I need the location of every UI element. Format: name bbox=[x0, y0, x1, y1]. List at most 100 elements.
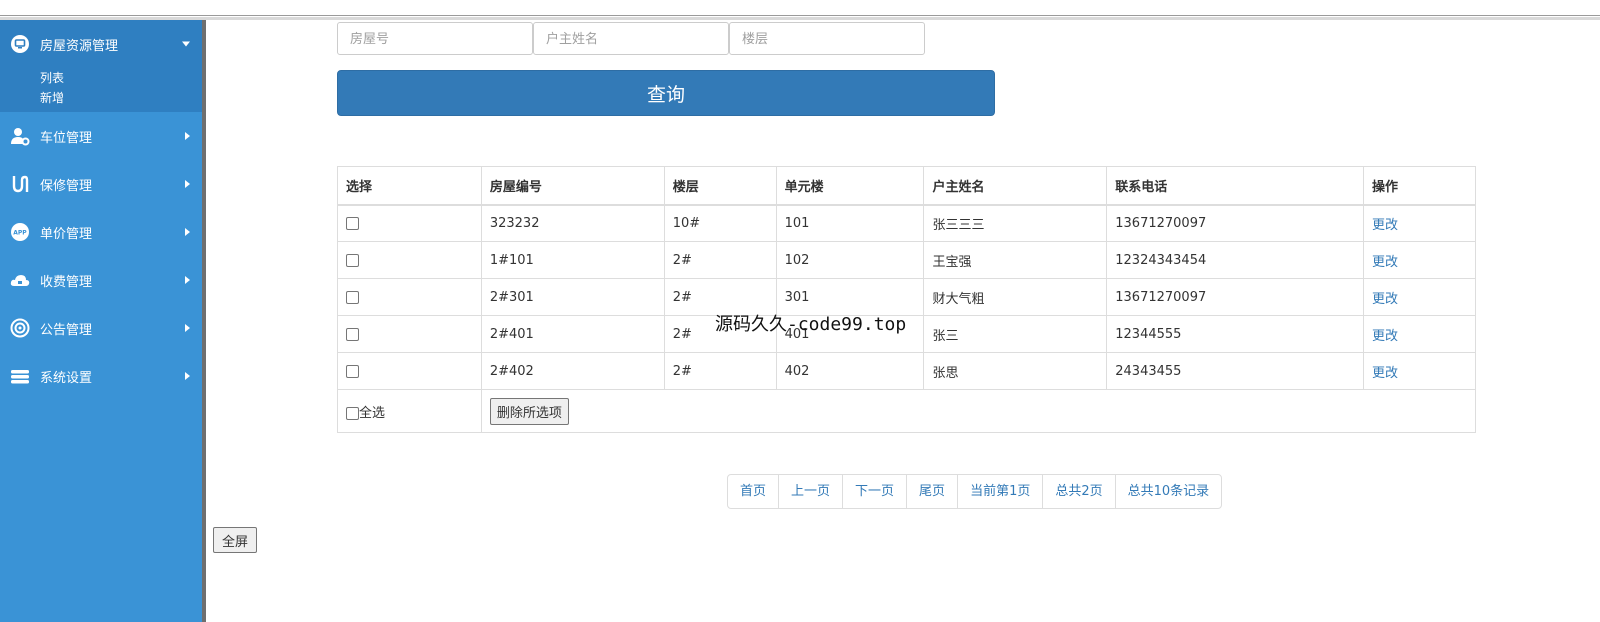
sidebar-item-house-resources[interactable]: 房屋资源管理 bbox=[0, 20, 202, 68]
sidebar: 房屋资源管理 列表 新增 车位管理 保修管理 APP 单价管理 收费管理 公告管… bbox=[0, 20, 206, 622]
floor-input[interactable] bbox=[729, 22, 925, 55]
owner-cell: 张三 bbox=[923, 315, 1108, 353]
app-icon: APP bbox=[10, 222, 30, 242]
pager-total-records: 总共10条记录 bbox=[1114, 475, 1222, 508]
row-select-cell bbox=[337, 315, 482, 353]
monitor-icon bbox=[10, 34, 30, 54]
sidebar-item-parking[interactable]: 车位管理 bbox=[0, 112, 202, 160]
row-checkbox[interactable] bbox=[346, 327, 359, 341]
edit-link[interactable]: 更改 bbox=[1372, 366, 1398, 381]
phone-cell: 13671270097 bbox=[1106, 278, 1365, 316]
select-all-checkbox[interactable] bbox=[346, 406, 359, 420]
table-row: 1#101 2# 102 王宝强 12324343454 更改 bbox=[337, 241, 1476, 279]
chevron-right-icon bbox=[185, 228, 190, 236]
column-header-phone: 联系电话 bbox=[1106, 166, 1365, 206]
fullscreen-button[interactable]: 全屏 bbox=[213, 527, 257, 553]
unit-cell: 402 bbox=[775, 352, 925, 390]
action-cell: 更改 bbox=[1363, 352, 1476, 390]
table-row: 2#301 2# 301 财大气粗 13671270097 更改 bbox=[337, 278, 1476, 316]
bulk-action-cell: 删除所选项 bbox=[480, 389, 1477, 433]
svg-text:APP: APP bbox=[13, 230, 27, 237]
edit-link[interactable]: 更改 bbox=[1372, 218, 1398, 233]
pager-last[interactable]: 尾页 bbox=[906, 475, 957, 508]
table-row: 2#402 2# 402 张思 24343455 更改 bbox=[337, 352, 1476, 390]
house-no-cell: 323232 bbox=[480, 204, 665, 242]
unit-cell: 102 bbox=[775, 241, 925, 279]
action-cell: 更改 bbox=[1363, 241, 1476, 279]
chevron-right-icon bbox=[185, 132, 190, 140]
chevron-right-icon bbox=[185, 372, 190, 380]
row-checkbox[interactable] bbox=[346, 216, 359, 230]
sidebar-subitem-list[interactable]: 列表 bbox=[40, 68, 202, 88]
phone-cell: 12324343454 bbox=[1106, 241, 1365, 279]
phone-cell: 12344555 bbox=[1106, 315, 1365, 353]
floor-cell: 2# bbox=[663, 352, 777, 390]
sidebar-item-label: 系统设置 bbox=[40, 370, 93, 386]
sidebar-item-settings[interactable]: 系统设置 bbox=[0, 352, 202, 400]
gear-circle-icon bbox=[10, 318, 30, 338]
sidebar-divider bbox=[202, 20, 206, 622]
column-header-floor: 楼层 bbox=[663, 166, 777, 206]
sidebar-item-label: 公告管理 bbox=[40, 322, 93, 338]
row-select-cell bbox=[337, 204, 482, 242]
sidebar-item-label: 保修管理 bbox=[40, 178, 93, 194]
row-checkbox[interactable] bbox=[346, 364, 359, 378]
owner-cell: 财大气粗 bbox=[923, 278, 1108, 316]
edit-link[interactable]: 更改 bbox=[1372, 292, 1398, 307]
table-row: 323232 10# 101 张三三三 13671270097 更改 bbox=[337, 204, 1476, 242]
row-select-cell bbox=[337, 352, 482, 390]
browser-top-bar bbox=[0, 0, 1600, 20]
sidebar-item-price[interactable]: APP 单价管理 bbox=[0, 208, 202, 256]
layers-icon bbox=[10, 366, 30, 386]
pager-prev[interactable]: 上一页 bbox=[778, 475, 842, 508]
table-footer-row: 全选 删除所选项 bbox=[337, 389, 1477, 433]
phone-cell: 24343455 bbox=[1106, 352, 1365, 390]
edit-link[interactable]: 更改 bbox=[1372, 255, 1398, 270]
chevron-right-icon bbox=[185, 276, 190, 284]
chevron-down-icon bbox=[182, 41, 190, 47]
table-row: 2#401 2# 401 张三 12344555 更改 bbox=[337, 315, 1476, 353]
sidebar-subitem-add[interactable]: 新增 bbox=[40, 88, 202, 108]
sidebar-item-repair[interactable]: 保修管理 bbox=[0, 160, 202, 208]
action-cell: 更改 bbox=[1363, 315, 1476, 353]
pager-current-page: 当前第1页 bbox=[957, 475, 1042, 508]
chevron-right-icon bbox=[185, 324, 190, 332]
sidebar-item-notice[interactable]: 公告管理 bbox=[0, 304, 202, 352]
row-checkbox[interactable] bbox=[346, 290, 359, 304]
floor-cell: 2# bbox=[663, 241, 777, 279]
sidebar-item-label: 收费管理 bbox=[40, 274, 93, 290]
select-all-cell: 全选 bbox=[337, 389, 482, 433]
pager-first[interactable]: 首页 bbox=[728, 475, 778, 508]
phone-cell: 13671270097 bbox=[1106, 204, 1365, 242]
column-header-owner: 户主姓名 bbox=[923, 166, 1108, 206]
floor-cell: 10# bbox=[663, 204, 777, 242]
cloud-icon bbox=[10, 270, 30, 290]
chevron-right-icon bbox=[185, 180, 190, 188]
owner-cell: 张思 bbox=[923, 352, 1108, 390]
owner-name-input[interactable] bbox=[533, 22, 729, 55]
sidebar-item-label: 车位管理 bbox=[40, 130, 93, 146]
owner-cell: 张三三三 bbox=[923, 204, 1108, 242]
route-icon bbox=[10, 174, 30, 194]
action-cell: 更改 bbox=[1363, 278, 1476, 316]
query-button[interactable]: 查询 bbox=[337, 70, 995, 116]
delete-selected-button[interactable]: 删除所选项 bbox=[489, 397, 569, 425]
user-gear-icon bbox=[10, 126, 30, 146]
house-no-cell: 1#101 bbox=[480, 241, 665, 279]
house-table: 选择 房屋编号 楼层 单元楼 户主姓名 联系电话 操作 323232 10# 1… bbox=[337, 166, 1477, 433]
pager-next[interactable]: 下一页 bbox=[842, 475, 906, 508]
edit-link[interactable]: 更改 bbox=[1372, 329, 1398, 344]
sidebar-group-house: 房屋资源管理 列表 新增 bbox=[0, 20, 202, 112]
sidebar-item-label: 单价管理 bbox=[40, 226, 93, 242]
house-number-input[interactable] bbox=[337, 22, 533, 55]
pagination: 首页 上一页 下一页 尾页 当前第1页 总共2页 总共10条记录 bbox=[727, 474, 1223, 509]
row-select-cell bbox=[337, 278, 482, 316]
pager-total-pages: 总共2页 bbox=[1042, 475, 1114, 508]
column-header-house-no: 房屋编号 bbox=[480, 166, 665, 206]
table-header-row: 选择 房屋编号 楼层 单元楼 户主姓名 联系电话 操作 bbox=[337, 166, 1476, 206]
column-header-select: 选择 bbox=[337, 166, 482, 206]
column-header-unit: 单元楼 bbox=[775, 166, 925, 206]
row-select-cell bbox=[337, 241, 482, 279]
row-checkbox[interactable] bbox=[346, 253, 359, 267]
sidebar-item-fees[interactable]: 收费管理 bbox=[0, 256, 202, 304]
